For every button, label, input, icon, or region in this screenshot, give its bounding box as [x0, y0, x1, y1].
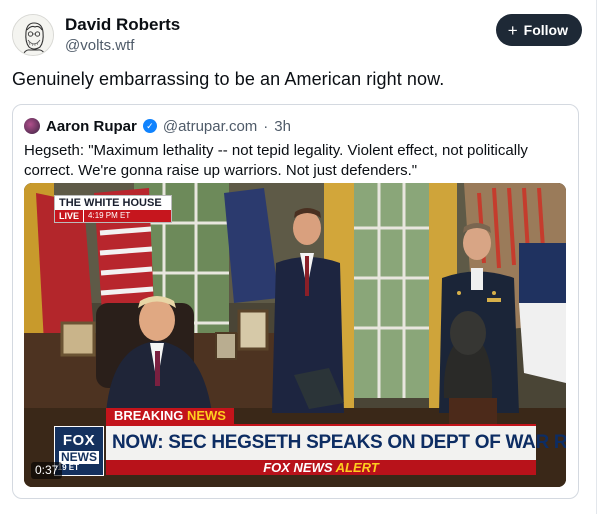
breaking-news-label: BREAKING NEWS	[106, 408, 234, 424]
alert-label: ALERT	[335, 460, 379, 475]
separator-dot: ·	[263, 117, 269, 135]
white-house-bug: THE WHITE HOUSE LIVE 4:19 PM ET	[54, 195, 172, 223]
post-author-row: David Roberts @volts.wtf + Follow	[12, 12, 582, 58]
author-handle[interactable]: @volts.wtf	[65, 37, 134, 54]
post: David Roberts @volts.wtf + Follow Genuin…	[0, 0, 597, 514]
live-row: LIVE 4:19 PM ET	[55, 210, 171, 222]
follow-button-label: Follow	[523, 22, 568, 38]
quote-author-name[interactable]: Aaron Rupar	[46, 118, 137, 135]
sketch-portrait-avatar-icon	[13, 15, 53, 55]
breaking-text: BREAKING	[114, 408, 187, 423]
chyron-headline: NOW: SEC HEGSETH SPEAKS ON DEPT OF WAR R…	[106, 424, 566, 460]
fox-logo-line-1: FOX	[62, 432, 96, 449]
alert-text: FOX NEWS	[263, 460, 336, 475]
follow-button[interactable]: + Follow	[495, 14, 582, 46]
verified-check-icon: ✓	[142, 119, 157, 133]
post-text: Genuinely embarrassing to be an American…	[12, 69, 445, 89]
live-label: LIVE	[59, 211, 80, 221]
author-display-name[interactable]: David Roberts	[65, 15, 180, 35]
quote-text: Hegseth: "Maximum lethality -- not tepid…	[24, 142, 528, 179]
video-player[interactable]: THE WHITE HOUSE LIVE 4:19 PM ET BREAKING…	[24, 183, 566, 487]
quote-timestamp[interactable]: 3h	[274, 118, 291, 135]
live-time: 4:19 PM ET	[83, 210, 130, 222]
quote-header: Aaron Rupar ✓ @atrupar.com · 3h	[24, 116, 291, 136]
quote-card[interactable]: Aaron Rupar ✓ @atrupar.com · 3h Hegseth:…	[12, 104, 579, 499]
quote-avatar[interactable]	[24, 118, 40, 134]
plus-icon: +	[507, 20, 518, 40]
avatar[interactable]	[12, 14, 54, 56]
breaking-news-text: NEWS	[186, 408, 226, 423]
video-duration: 0:37	[31, 462, 63, 479]
white-house-title: THE WHITE HOUSE	[59, 197, 162, 209]
fox-news-alert-bar: FOX NEWS ALERT	[106, 460, 536, 475]
quote-author-handle[interactable]: @atrupar.com	[163, 118, 257, 135]
